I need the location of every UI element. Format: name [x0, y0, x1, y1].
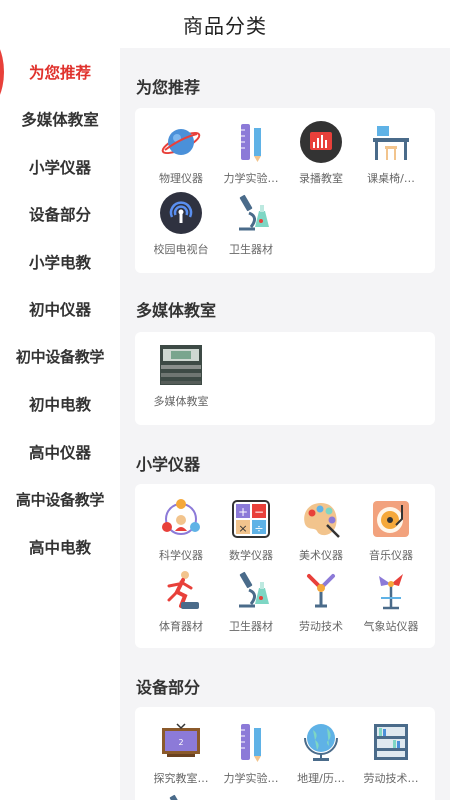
broadcast-icon — [159, 191, 203, 235]
category-item-label: 力学实验… — [223, 172, 279, 185]
runner-icon — [159, 568, 203, 612]
category-item-label: 美术仪器 — [299, 549, 343, 562]
desk-chair-icon — [369, 120, 413, 164]
category-item[interactable]: 力学实验… — [216, 120, 286, 186]
category-item[interactable]: 物理仪器 — [146, 120, 216, 186]
category-item-label: 地理/历… — [297, 772, 345, 785]
svg-text:+: + — [238, 505, 248, 519]
category-item[interactable]: 卫生器材 — [216, 191, 286, 257]
category-item[interactable]: 力学实验… — [216, 720, 286, 786]
section-card: 多媒体教室 — [135, 332, 435, 425]
sidebar-item-junior-av[interactable]: 初中电教 — [0, 381, 120, 429]
sidebar-item-label: 高中仪器 — [28, 443, 91, 462]
page-title: 商品分类 — [183, 13, 267, 38]
category-item-label: 力学实验… — [223, 772, 279, 785]
sidebar-item-label: 高中电教 — [28, 538, 91, 557]
palette-icon — [299, 497, 343, 541]
tools-icon — [299, 568, 343, 612]
sidebar-item-primary-instruments[interactable]: 小学仪器 — [0, 143, 120, 191]
category-item[interactable]: 课桌椅/… — [356, 120, 426, 186]
category-item[interactable]: 气象站仪器 — [356, 568, 426, 634]
category-item[interactable]: + − × ÷ 数学仪器 — [216, 497, 286, 563]
sidebar-item-label: 初中仪器 — [28, 301, 91, 320]
category-item-label: 音乐仪器 — [369, 549, 413, 562]
category-content[interactable]: 为您推荐 物理仪器 力学实验… 录播教室 课桌椅/… 校园电视台 卫生器材 多媒… — [120, 48, 450, 800]
sidebar-item-label: 为您推荐 — [28, 63, 91, 82]
category-item[interactable]: 2 探究教室… — [146, 720, 216, 786]
sidebar-item-recommended[interactable]: 为您推荐 — [0, 34, 120, 110]
category-item[interactable]: 美术仪器 — [286, 497, 356, 563]
sidebar-item-primary-av[interactable]: 小学电教 — [0, 238, 120, 286]
svg-text:×: × — [238, 522, 247, 535]
category-item-label: 劳动技术… — [363, 772, 419, 785]
microscope-icon — [229, 568, 273, 612]
science-network-icon — [159, 497, 203, 541]
category-item-label: 科学仪器 — [159, 549, 203, 562]
sidebar-item-multimedia-classroom[interactable]: 多媒体教室 — [0, 96, 120, 144]
category-item[interactable]: 科学仪器 — [146, 497, 216, 563]
section-card: 物理仪器 力学实验… 录播教室 课桌椅/… 校园电视台 卫生器材 — [135, 108, 435, 273]
category-item[interactable]: 地理/历… — [286, 720, 356, 786]
sidebar-item-junior-instruments[interactable]: 初中仪器 — [0, 286, 120, 334]
ruler-pencil-icon — [229, 720, 273, 764]
sidebar-item-senior-equipment[interactable]: 高中设备教学 — [0, 476, 120, 524]
sidebar-item-senior-av[interactable]: 高中电教 — [0, 523, 120, 571]
sidebar-item-label: 设备部分 — [28, 206, 91, 225]
section-card: 科学仪器 + − × ÷ 数学仪器 美术仪器 音乐仪器 体育器材 卫生器材 劳动… — [135, 484, 435, 648]
section-title: 多媒体教室 — [136, 301, 217, 320]
category-item[interactable]: 音乐仪器 — [356, 497, 426, 563]
planet-icon — [159, 120, 203, 164]
top-bar: 商品分类 — [0, 0, 450, 48]
category-item[interactable] — [146, 791, 216, 800]
category-item[interactable]: 劳动技术… — [356, 720, 426, 786]
sidebar-item-label: 高中设备教学 — [15, 490, 105, 509]
category-item[interactable]: 录播教室 — [286, 120, 356, 186]
section-title: 设备部分 — [136, 678, 201, 697]
globe-icon — [299, 720, 343, 764]
sidebar-item-junior-equipment[interactable]: 初中设备教学 — [0, 333, 120, 381]
blackboard-icon: 2 — [159, 720, 203, 764]
sidebar-item-label: 多媒体教室 — [21, 111, 99, 130]
category-item-label: 探究教室… — [153, 772, 209, 785]
category-item-label: 物理仪器 — [159, 172, 203, 185]
sidebar-item-label: 小学电教 — [28, 253, 91, 272]
section-card: 2 探究教室… 力学实验… 地理/历… 劳动技术… — [135, 707, 435, 800]
category-item[interactable]: 多媒体教室 — [146, 343, 216, 409]
ruler-pencil-icon — [229, 120, 273, 164]
category-item[interactable]: 校园电视台 — [146, 191, 216, 257]
category-sidebar[interactable]: 为您推荐 多媒体教室 小学仪器 设备部分 小学电教 初中仪器 初中设备教学 初中… — [0, 34, 120, 800]
bookshelf-icon — [369, 720, 413, 764]
section-title: 为您推荐 — [136, 78, 201, 97]
microscope-icon — [229, 191, 273, 235]
category-item-label: 录播教室 — [299, 172, 343, 185]
category-item[interactable]: 劳动技术 — [286, 568, 356, 634]
category-item-label: 数学仪器 — [229, 549, 273, 562]
category-item[interactable]: 体育器材 — [146, 568, 216, 634]
category-item-label: 劳动技术 — [299, 620, 343, 633]
category-item-label: 课桌椅/… — [367, 172, 415, 185]
record-player-icon — [369, 497, 413, 541]
sidebar-item-label: 小学仪器 — [28, 158, 91, 177]
category-item-label: 校园电视台 — [153, 243, 209, 256]
recording-chart-icon — [299, 120, 343, 164]
classroom-photo-icon — [159, 343, 203, 387]
sidebar-item-equipment[interactable]: 设备部分 — [0, 191, 120, 239]
category-screen: 商品分类 为您推荐 多媒体教室 小学仪器 设备部分 小学电教 初中仪器 初中设备… — [0, 0, 450, 800]
category-item-label: 气象站仪器 — [363, 620, 419, 633]
category-item-label: 卫生器材 — [229, 620, 273, 633]
weather-station-icon — [369, 568, 413, 612]
section-title: 小学仪器 — [136, 455, 201, 474]
category-item-label: 卫生器材 — [229, 243, 273, 256]
math-symbols-icon: + − × ÷ — [229, 497, 273, 541]
sidebar-item-senior-instruments[interactable]: 高中仪器 — [0, 428, 120, 476]
category-item-label: 体育器材 — [159, 620, 203, 633]
svg-text:2: 2 — [178, 738, 183, 747]
svg-text:−: − — [254, 505, 264, 519]
microscope-icon — [159, 791, 203, 800]
category-item-label: 多媒体教室 — [153, 395, 209, 408]
sidebar-item-label: 初中设备教学 — [15, 348, 105, 367]
sidebar-item-label: 初中电教 — [28, 396, 91, 415]
category-item[interactable]: 卫生器材 — [216, 568, 286, 634]
svg-text:÷: ÷ — [254, 522, 263, 535]
